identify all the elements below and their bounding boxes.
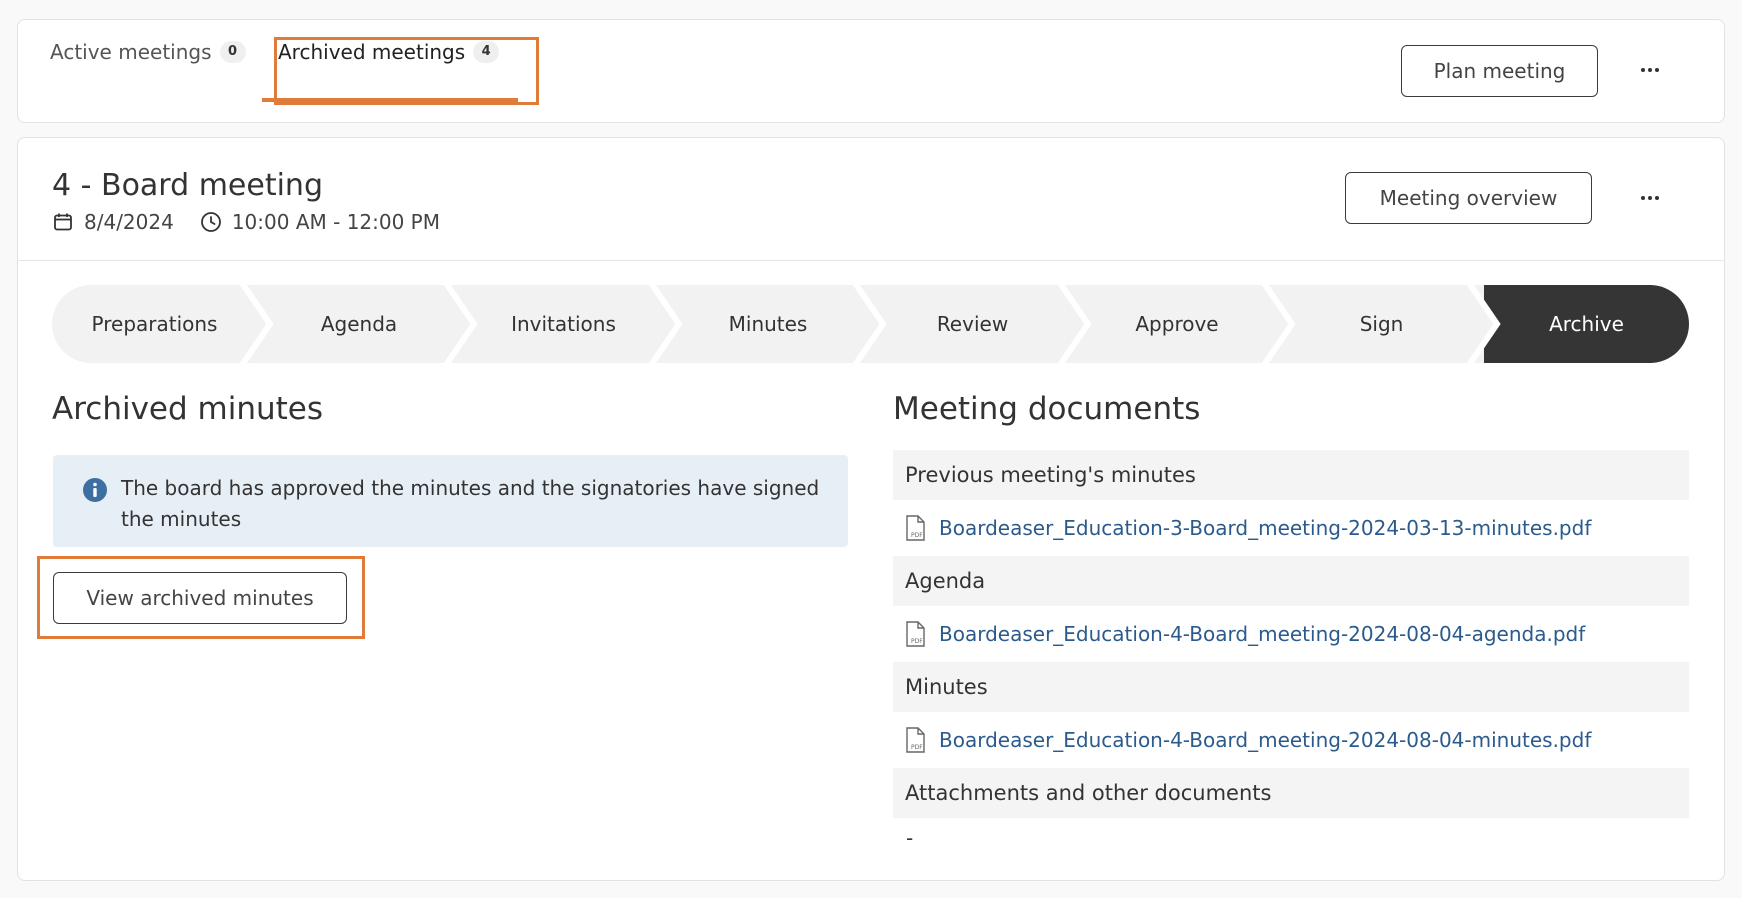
plan-meeting-button[interactable]: Plan meeting (1401, 45, 1598, 97)
pdf-file-icon: PDF (905, 727, 927, 753)
step-separator (852, 285, 887, 363)
doc-empty-value: - (906, 826, 914, 850)
clock-icon (200, 211, 222, 233)
doc-file-link[interactable]: PDF Boardeaser_Education-4-Board_meeting… (905, 619, 1585, 649)
doc-section-header: Minutes (893, 662, 1689, 712)
step-approve[interactable]: Approve (1075, 285, 1279, 363)
view-archived-minutes-button[interactable]: View archived minutes (53, 572, 347, 624)
meeting-title: 4 - Board meeting (52, 168, 323, 203)
doc-file-link[interactable]: PDF Boardeaser_Education-3-Board_meeting… (905, 513, 1591, 543)
step-minutes[interactable]: Minutes (666, 285, 870, 363)
step-archive[interactable]: Archive (1484, 285, 1689, 363)
step-sign[interactable]: Sign (1279, 285, 1484, 363)
info-icon (82, 477, 108, 503)
step-invitations[interactable]: Invitations (461, 285, 666, 363)
tab-active-meetings[interactable]: Active meetings 0 (50, 0, 246, 104)
tab-archived-meetings-label: Archived meetings (278, 40, 466, 64)
step-separator (239, 285, 274, 363)
step-separator (1057, 285, 1092, 363)
meeting-date: 8/4/2024 (84, 210, 174, 234)
archived-meetings-count-badge: 4 (473, 41, 500, 63)
header-divider (17, 260, 1725, 261)
step-separator (648, 285, 683, 363)
doc-file-name[interactable]: Boardeaser_Education-3-Board_meeting-202… (939, 516, 1591, 540)
info-message-text: The board has approved the minutes and t… (121, 476, 820, 531)
info-message: The board has approved the minutes and t… (53, 455, 848, 547)
doc-file-name[interactable]: Boardeaser_Education-4-Board_meeting-202… (939, 728, 1591, 752)
svg-text:PDF: PDF (911, 744, 923, 751)
step-separator (1261, 285, 1296, 363)
doc-section-header: Attachments and other documents (893, 768, 1689, 818)
doc-file-name[interactable]: Boardeaser_Education-4-Board_meeting-202… (939, 622, 1585, 646)
step-separator (443, 285, 478, 363)
meeting-meta: 8/4/2024 10:00 AM - 12:00 PM (52, 208, 440, 236)
doc-section-header: Previous meeting's minutes (893, 450, 1689, 500)
active-tab-indicator (262, 98, 518, 102)
svg-text:PDF: PDF (911, 532, 923, 539)
step-separator (1463, 285, 1501, 363)
step-agenda[interactable]: Agenda (257, 285, 461, 363)
more-options-icon[interactable] (1630, 183, 1670, 213)
svg-text:PDF: PDF (911, 638, 923, 645)
meeting-time: 10:00 AM - 12:00 PM (231, 210, 441, 234)
meeting-process-stepper: Preparations Agenda Invitations Minutes … (52, 285, 1689, 363)
pdf-file-icon: PDF (905, 515, 927, 541)
meeting-documents-title: Meeting documents (893, 391, 1201, 427)
more-options-icon[interactable] (1630, 55, 1670, 85)
step-review[interactable]: Review (870, 285, 1075, 363)
pdf-file-icon: PDF (905, 621, 927, 647)
doc-file-link[interactable]: PDF Boardeaser_Education-4-Board_meeting… (905, 725, 1591, 755)
doc-section-header: Agenda (893, 556, 1689, 606)
tab-active-meetings-label: Active meetings (50, 40, 212, 64)
step-preparations[interactable]: Preparations (52, 285, 257, 363)
tab-archived-meetings[interactable]: Archived meetings 4 (278, 0, 500, 104)
meeting-overview-button[interactable]: Meeting overview (1345, 172, 1592, 224)
active-meetings-count-badge: 0 (219, 41, 246, 63)
calendar-icon (52, 211, 74, 233)
archived-minutes-title: Archived minutes (52, 391, 324, 427)
